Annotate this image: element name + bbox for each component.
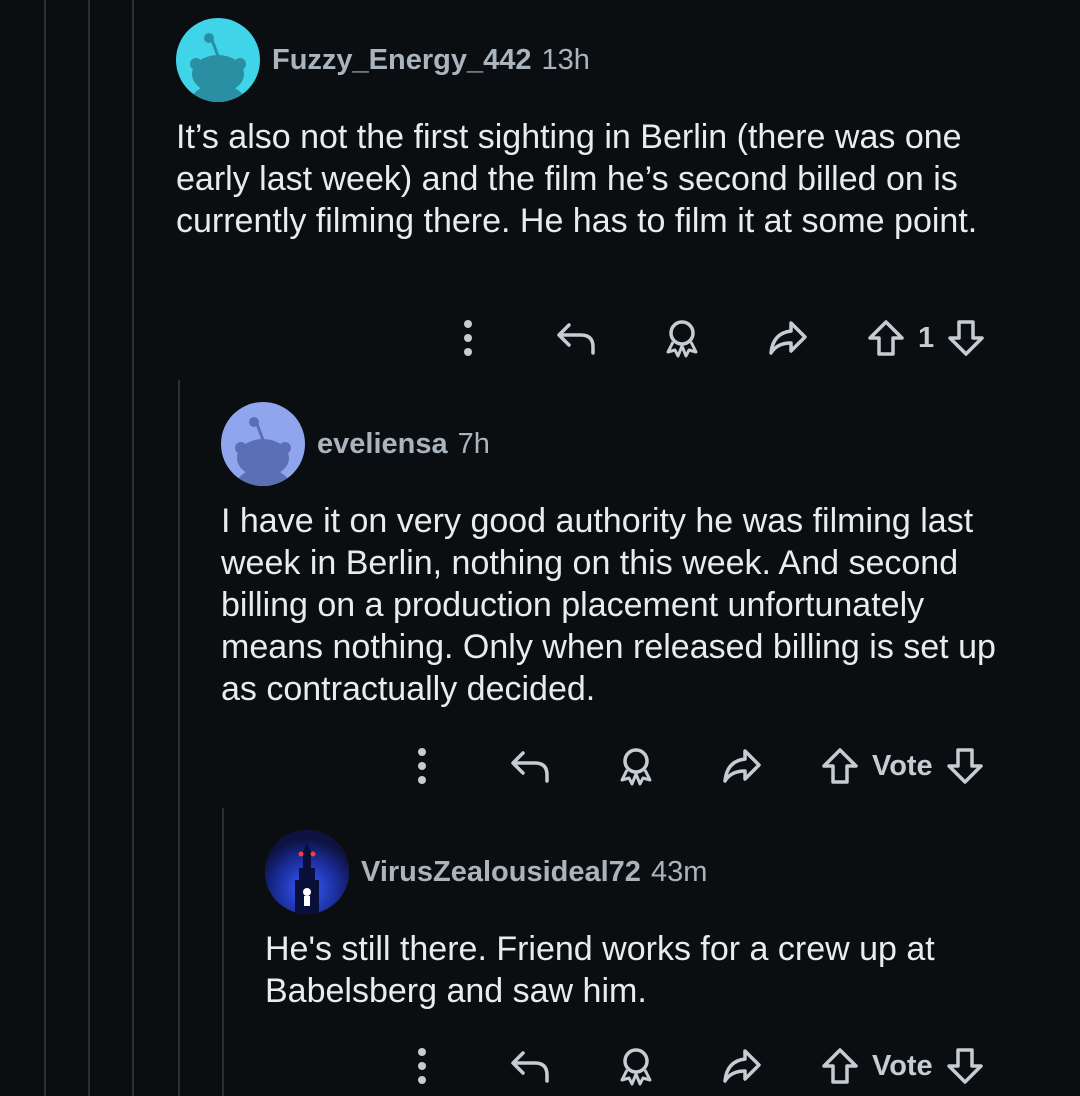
comment-text: He's still there. Friend works for a cre… [265,930,935,1010]
downvote-icon[interactable] [943,746,987,786]
comment-3: VirusZealousideal72 43m He's still there… [265,830,1045,1012]
share-icon[interactable] [716,747,768,785]
upvote-icon[interactable] [818,746,862,786]
thread-line-2[interactable] [88,0,90,1096]
vote-count: 1 [918,321,935,354]
award-icon[interactable] [656,318,708,358]
comment-actions: Vote [402,746,987,786]
comment-header: eveliensa 7h [221,402,1041,486]
timestamp: 13h [541,43,590,76]
award-icon[interactable] [610,746,662,786]
comment-text: It’s also not the first sighting in Berl… [176,118,978,240]
comment-actions: 1 [448,318,988,358]
downvote-icon[interactable] [943,1046,987,1086]
share-icon[interactable] [762,319,814,357]
timestamp: 7h [457,427,490,460]
comment-actions: Vote [402,1046,987,1086]
snoo-avatar-icon[interactable] [221,402,305,486]
reply-icon[interactable] [550,319,602,357]
vote-label: Vote [872,749,933,782]
snoo-avatar-icon[interactable] [176,18,260,102]
more-options-icon[interactable] [448,318,488,358]
share-icon[interactable] [716,1047,768,1085]
thread-line-3[interactable] [132,0,134,1096]
reply-icon[interactable] [504,1047,556,1085]
thread-line-4[interactable] [178,380,180,1096]
more-options-icon[interactable] [402,746,442,786]
thread-line-5[interactable] [222,808,224,1096]
comment-1: Fuzzy_Energy_442 13h It’s also not the f… [176,18,1046,242]
upvote-icon[interactable] [818,1046,862,1086]
thread-line-1[interactable] [44,0,46,1096]
comment-header: Fuzzy_Energy_442 13h [176,18,1046,102]
username[interactable]: VirusZealousideal72 [361,856,641,889]
castle-photo-avatar-icon[interactable] [265,830,349,914]
vote-label: Vote [872,1049,933,1082]
reply-icon[interactable] [504,747,556,785]
comment-2: eveliensa 7h I have it on very good auth… [221,402,1041,710]
award-icon[interactable] [610,1046,662,1086]
username[interactable]: Fuzzy_Energy_442 [272,44,532,77]
more-options-icon[interactable] [402,1046,442,1086]
downvote-icon[interactable] [944,318,988,358]
comment-header: VirusZealousideal72 43m [265,830,1045,914]
timestamp: 43m [650,855,708,888]
username[interactable]: eveliensa [317,428,448,461]
upvote-icon[interactable] [864,318,908,358]
comment-text: I have it on very good authority he was … [221,502,996,708]
